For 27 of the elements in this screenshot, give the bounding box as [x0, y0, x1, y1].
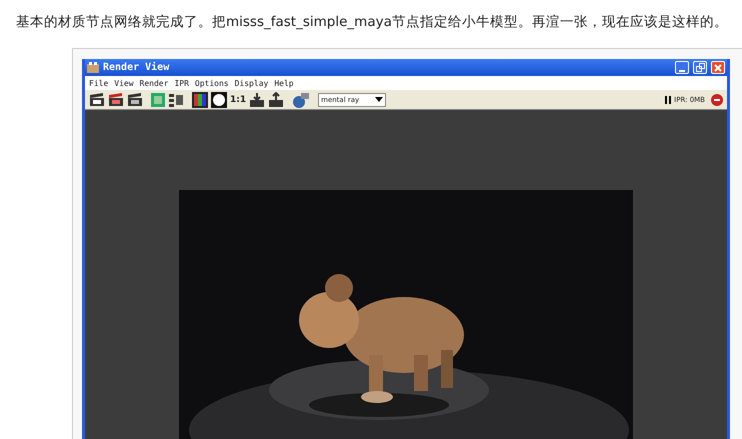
menu-item[interactable]: IPR	[174, 78, 189, 88]
minimize-icon	[679, 70, 685, 72]
tray-icon[interactable]	[249, 92, 266, 108]
circle-icon[interactable]	[211, 92, 227, 108]
menu-item[interactable]: Display	[234, 78, 268, 88]
stop-icon[interactable]	[711, 94, 723, 106]
close-icon	[714, 64, 722, 72]
rgb-icon[interactable]	[192, 92, 208, 108]
tray-icon[interactable]	[268, 92, 284, 108]
paragraph: 基本的材质节点网络就完成了。把misss_fast_simple_maya节点指定给小牛模型。再渲一张，现在应该是这样的。	[15, 13, 729, 32]
clapper-icon[interactable]	[108, 92, 124, 106]
menu-item[interactable]: File	[89, 78, 108, 88]
restore-icon	[696, 63, 704, 72]
menu-item[interactable]: Render	[140, 78, 168, 88]
menu-item[interactable]: View	[114, 78, 134, 88]
clapper-icon[interactable]	[89, 92, 105, 106]
close-button[interactable]	[711, 61, 725, 74]
menu-item[interactable]: Options	[194, 78, 229, 88]
caret-icon	[375, 97, 384, 102]
restore-button[interactable]	[693, 61, 707, 74]
clapper-icon[interactable]	[127, 92, 143, 106]
app-icon	[87, 62, 99, 73]
zoom-label[interactable]: 1:1	[230, 94, 246, 104]
window-title: Render View	[103, 62, 170, 73]
menu-item[interactable]: Help	[274, 78, 294, 88]
minimize-button[interactable]	[675, 61, 689, 74]
pause-icon[interactable]	[665, 96, 672, 104]
